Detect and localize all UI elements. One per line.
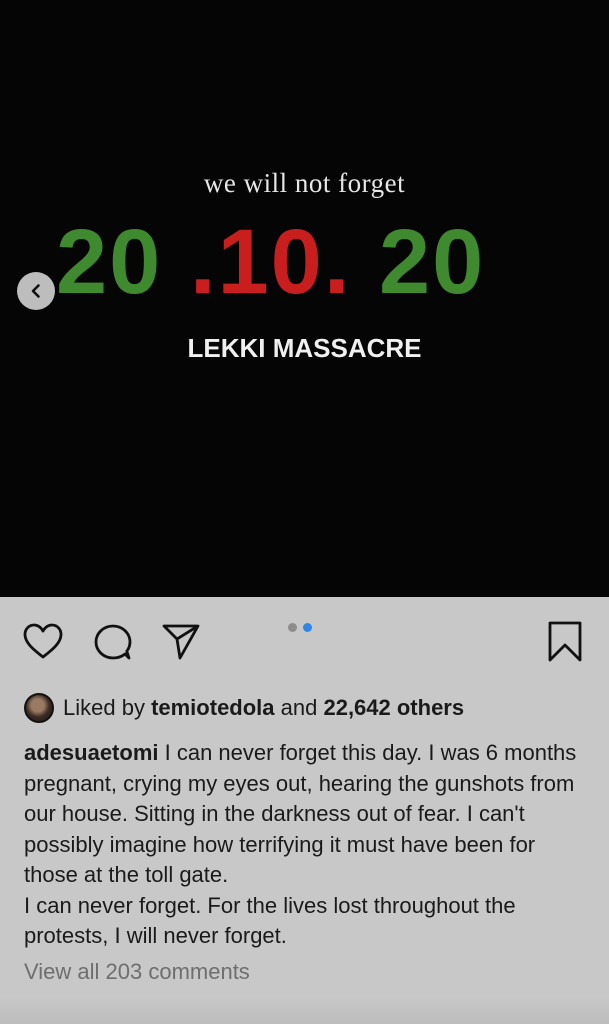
post-tagline: we will not forget [203,168,406,198]
likes-prefix: Liked by [63,695,152,720]
post-caption: adesuaetomi I can never forget this day.… [24,738,592,952]
carousel-dot-active [303,623,312,632]
caption-text-2: I can never forget. For the lives lost t… [24,892,516,949]
post-date: 20 .10. 20 [56,212,485,312]
next-post-preview [0,997,609,1024]
chevron-left-icon [31,284,40,298]
carousel-indicator [288,623,312,632]
likes-summary[interactable]: Liked by temiotedola and 22,642 others [24,691,464,725]
date-part-day: 20 [56,211,163,313]
post-subtitle: LEKKI MASSACRE [187,333,422,363]
date-part-year: 20 [378,211,486,313]
avatar[interactable] [24,693,54,723]
send-icon[interactable] [160,621,202,661]
date-part-month: 10 [217,211,324,313]
date-part-dot-1: . [162,211,218,313]
heart-icon[interactable] [22,622,64,660]
view-comments-link[interactable]: View all 203 comments [24,959,250,985]
liker-username[interactable]: temiotedola [151,695,274,721]
bookmark-icon[interactable] [546,620,584,664]
date-part-dot-2: . [323,211,379,313]
carousel-prev-button[interactable] [17,272,55,310]
post-image[interactable]: we will not forget 20 .10. 20 LEKKI MASS… [0,0,609,597]
carousel-dot [288,623,297,632]
likes-middle: and [274,695,324,720]
post-actions [0,597,609,689]
caption-username[interactable]: adesuaetomi [24,740,159,765]
likes-count[interactable]: 22,642 others [323,695,464,721]
comment-icon[interactable] [92,622,134,662]
